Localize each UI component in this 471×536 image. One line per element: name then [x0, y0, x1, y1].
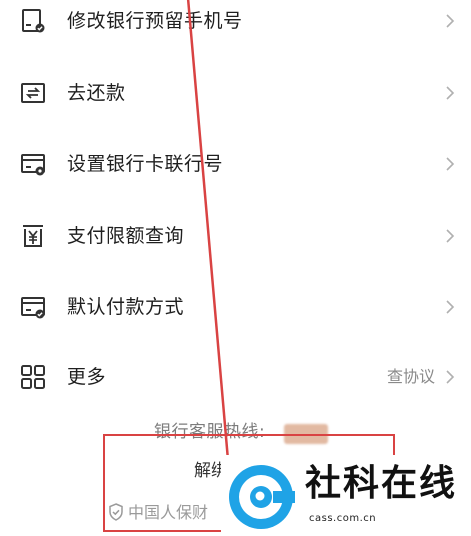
shield-check-icon	[109, 503, 123, 521]
repay-icon	[21, 83, 45, 103]
menu-item-label: 更多	[67, 366, 107, 388]
card-settings-icon	[21, 154, 45, 176]
menu-item-bank-branch-code[interactable]: 设置银行卡联行号	[0, 139, 471, 189]
grid-icon	[21, 365, 45, 389]
watermark-logo-icon	[229, 465, 295, 529]
yuan-limit-icon	[23, 225, 43, 247]
menu-item-repay[interactable]: 去还款	[0, 68, 471, 118]
menu-item-label: 默认付款方式	[67, 296, 185, 318]
chevron-right-icon	[446, 300, 455, 314]
menu-item-label: 修改银行预留手机号	[67, 10, 243, 32]
card-check-icon	[21, 297, 45, 319]
watermark: 社科在线 cass.com.cn	[221, 455, 471, 536]
chevron-right-icon	[446, 14, 455, 28]
chevron-right-icon	[446, 86, 455, 100]
menu-item-default-payment[interactable]: 默认付款方式	[0, 282, 471, 332]
menu-item-edit-bank-phone[interactable]: 修改银行预留手机号	[0, 0, 471, 46]
chevron-right-icon	[446, 157, 455, 171]
chevron-right-icon	[446, 370, 455, 384]
menu-item-label: 支付限额查询	[67, 225, 185, 247]
view-agreement-link[interactable]: 查协议	[387, 365, 435, 389]
watermark-brand-text: 社科在线	[305, 463, 458, 504]
chevron-right-icon	[446, 229, 455, 243]
menu-item-payment-limit[interactable]: 支付限额查询	[0, 211, 471, 261]
menu-item-label: 去还款	[67, 82, 126, 104]
watermark-url: cass.com.cn	[309, 513, 377, 524]
menu-item-more[interactable]: 更多 查协议	[0, 352, 471, 402]
card-edit-icon	[22, 9, 45, 33]
insurance-text: 中国人保财	[128, 503, 209, 522]
menu-item-label: 设置银行卡联行号	[67, 153, 224, 175]
